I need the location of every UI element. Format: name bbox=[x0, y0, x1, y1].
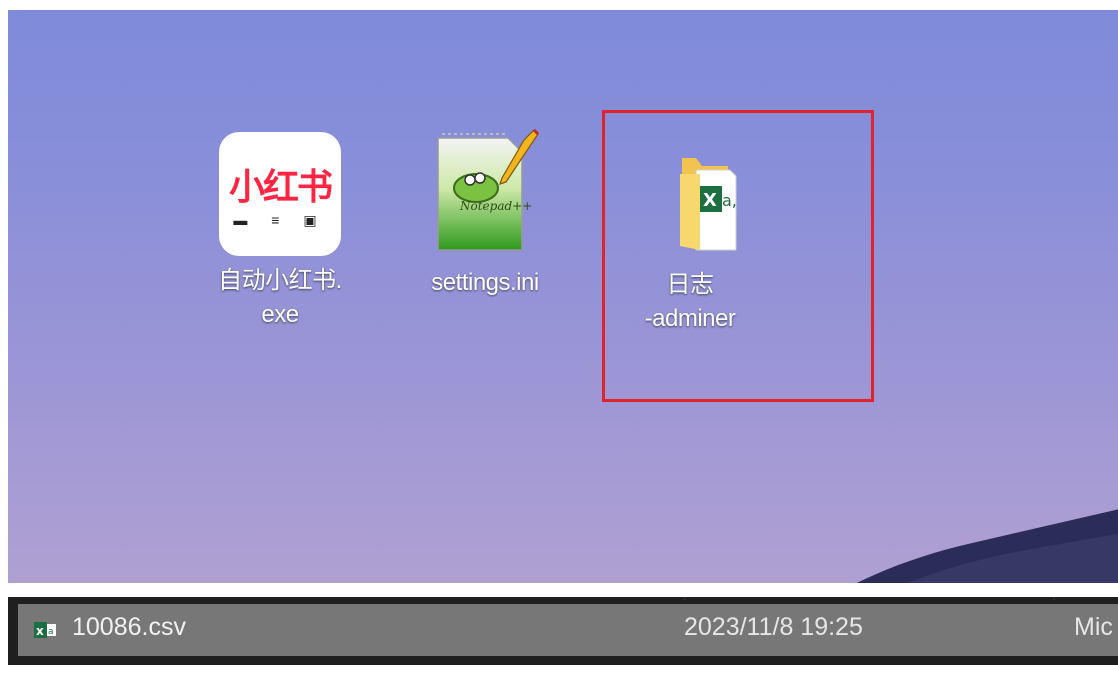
svg-text:Notepad++: Notepad++ bbox=[459, 199, 532, 213]
svg-text:x: x bbox=[36, 624, 44, 638]
selection-highlight-box bbox=[602, 110, 874, 402]
column-separator bbox=[684, 597, 686, 600]
desktop-icon-xiaohongshu-exe[interactable]: 小红书 ▬ ≡ ▣ 自动小红书. exe bbox=[210, 132, 350, 332]
svg-text:a: a bbox=[48, 627, 54, 637]
desktop-icon-settings-ini[interactable]: Notepad++ settings.ini bbox=[415, 128, 555, 300]
file-list: x a 10086.csv 2023/11/8 19:25 Mic bbox=[8, 597, 1118, 665]
file-row-selected[interactable]: x a 10086.csv 2023/11/8 19:25 Mic bbox=[18, 604, 1118, 656]
desktop-icon-label: settings.ini bbox=[431, 269, 539, 296]
column-separator bbox=[1053, 597, 1055, 600]
xiaohongshu-brand-text: 小红书 bbox=[228, 166, 333, 207]
desktop-icon-label: 自动小红书. exe bbox=[218, 267, 342, 328]
notepad-plus-plus-file-icon: Notepad++ bbox=[437, 128, 540, 251]
xiaohongshu-app-icon: 小红书 ▬ ≡ ▣ bbox=[219, 132, 341, 256]
desktop bbox=[8, 10, 1118, 583]
file-name: 10086.csv bbox=[72, 613, 186, 641]
xiaohongshu-tile-glyphs: ▬ ≡ ▣ bbox=[233, 212, 327, 228]
excel-csv-icon: x a bbox=[34, 622, 56, 638]
file-modified-date: 2023/11/8 19:25 bbox=[684, 613, 863, 641]
file-type: Mic bbox=[1074, 613, 1113, 641]
